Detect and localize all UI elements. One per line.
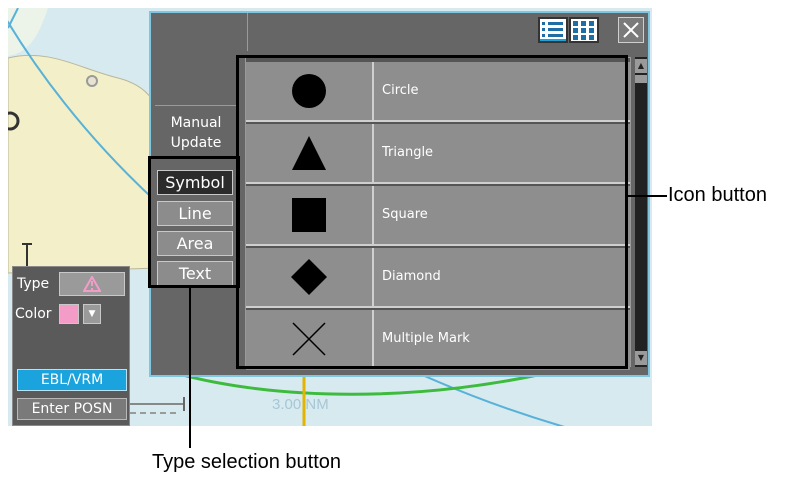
range-label: 3.00 NM <box>272 396 329 413</box>
chevron-up-icon: ▲ <box>637 61 645 70</box>
icon-button-highlight <box>236 55 628 369</box>
color-label: Color <box>15 306 52 322</box>
type-label: Type <box>17 276 50 292</box>
color-dropdown-button[interactable]: ▼ <box>83 304 101 324</box>
ebl-vrm-button[interactable]: EBL/VRM <box>17 369 127 391</box>
list-view-button[interactable] <box>538 17 568 43</box>
scroll-up-button[interactable]: ▲ <box>635 59 647 73</box>
close-icon <box>623 22 639 38</box>
scroll-thumb[interactable] <box>635 75 647 83</box>
enter-posn-button[interactable]: Enter POSN <box>17 398 127 420</box>
color-swatch[interactable] <box>59 304 79 324</box>
type-selection-highlight <box>148 156 240 288</box>
close-button[interactable] <box>618 17 644 43</box>
type-selection-callout: Type selection button <box>152 451 342 473</box>
scrollbar[interactable]: ▲ ▼ <box>635 57 647 367</box>
scroll-down-button[interactable]: ▼ <box>635 351 647 365</box>
icon-button-callout: Icon button <box>668 184 767 206</box>
manual-update-label: Manual Update <box>170 115 222 151</box>
control-panel: Type Color ▼ EBL/VRM Enter POSN <box>12 266 130 426</box>
chevron-down-icon: ▼ <box>637 353 645 362</box>
grid-view-icon <box>573 21 594 40</box>
warning-triangle-icon <box>83 276 101 292</box>
chevron-down-icon: ▼ <box>88 309 96 319</box>
grid-view-button[interactable] <box>569 17 599 43</box>
type-button[interactable] <box>59 272 125 296</box>
list-view-icon <box>540 22 566 41</box>
